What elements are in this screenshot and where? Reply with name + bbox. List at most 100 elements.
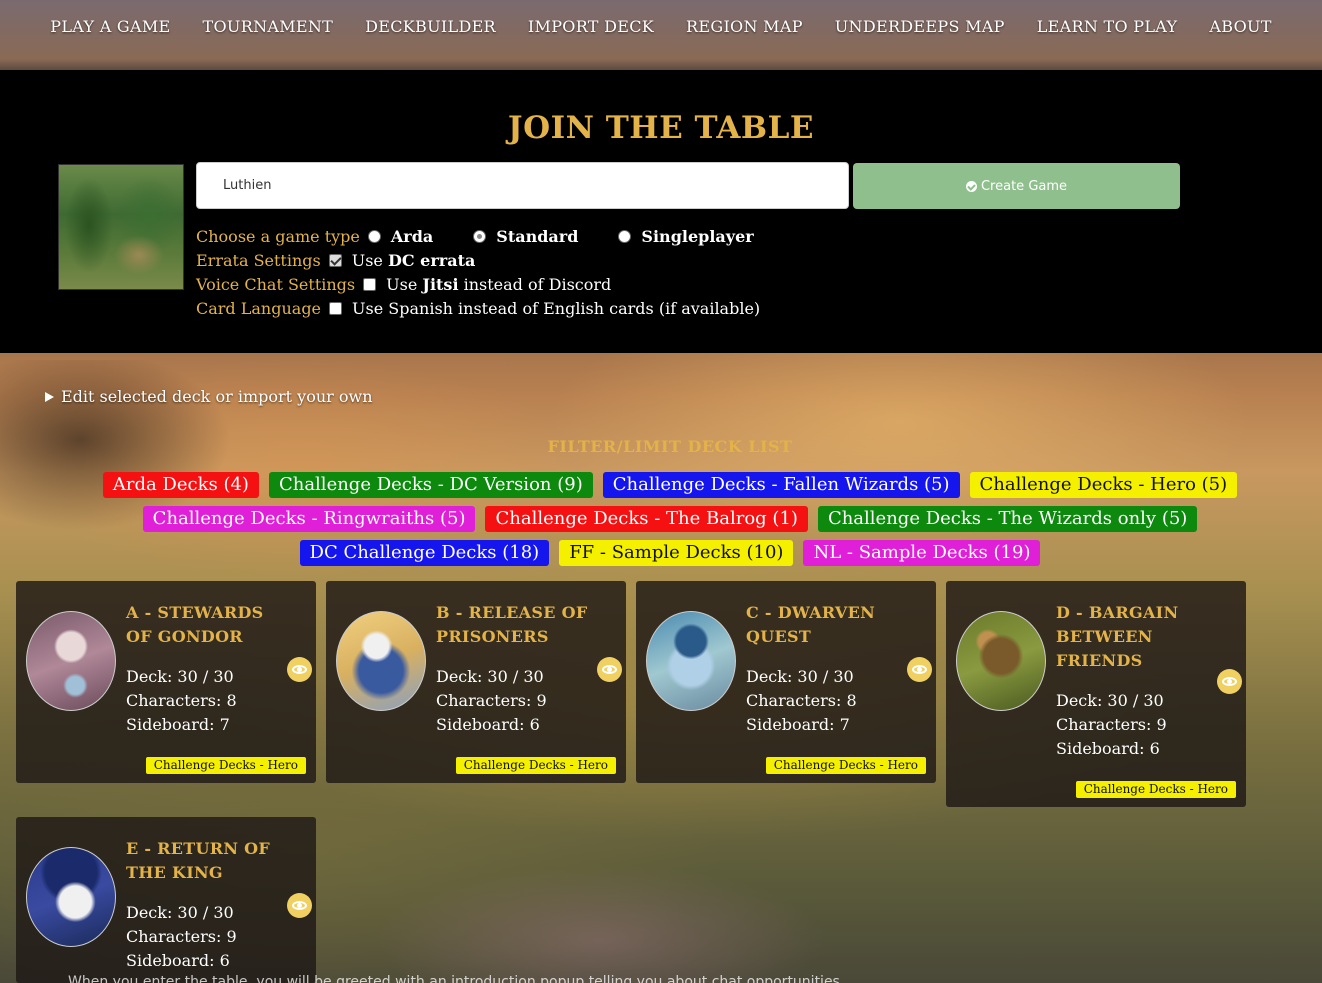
nav-about[interactable]: ABOUT [1193, 17, 1287, 36]
radio-arda[interactable] [367, 229, 381, 243]
deck-stats: Deck: 30 / 30 Characters: 8 Sideboard: 7 [126, 665, 237, 737]
errata-use-text: Use [351, 250, 383, 270]
card-language-row: Card Language Use Spanish instead of Eng… [196, 296, 896, 320]
deck-title: C - DWARVEN QUEST [746, 603, 876, 646]
deck-title: B - RELEASE OF PRISONERS [436, 603, 588, 646]
characters-count: Characters: 9 [436, 691, 547, 710]
eye-icon [1222, 677, 1237, 686]
deck-stats: Deck: 30 / 30 Characters: 9 Sideboard: 6 [126, 901, 237, 973]
filter-tag-hero[interactable]: Challenge Decks - Hero (5) [969, 472, 1238, 498]
card-language-label: Card Language [196, 298, 322, 318]
deck-stats: Deck: 30 / 30 Characters: 8 Sideboard: 7 [746, 665, 857, 737]
voice-chat-label: Voice Chat Settings [196, 274, 356, 294]
create-game-button[interactable]: Create Game [853, 163, 1180, 209]
errata-value: DC errata [388, 250, 476, 270]
errata-label: Errata Settings [196, 250, 321, 270]
view-deck-button[interactable] [1217, 669, 1242, 694]
radio-arda-label[interactable]: Arda [391, 227, 433, 246]
nav-tournament[interactable]: TOURNAMENT [187, 17, 350, 36]
player-name-input[interactable] [196, 162, 849, 209]
view-deck-button[interactable] [287, 657, 312, 682]
filter-tag-challenge-dc[interactable]: Challenge Decks - DC Version (9) [268, 472, 593, 498]
deck-category-badge: Challenge Decks - Hero [455, 757, 616, 774]
player-avatar-image[interactable] [58, 164, 184, 290]
sideboard-count: Sideboard: 6 [126, 951, 230, 970]
deck-card-c[interactable]: C - DWARVEN QUEST Deck: 30 / 30 Characte… [636, 581, 936, 783]
edit-deck-label: Edit selected deck or import your own [61, 387, 373, 406]
deck-count: Deck: 30 / 30 [126, 667, 234, 686]
voice-chat-row: Voice Chat Settings Use Jitsi instead of… [196, 272, 896, 296]
filter-tag-wizards-only[interactable]: Challenge Decks - The Wizards only (5) [817, 506, 1198, 532]
sideboard-count: Sideboard: 7 [746, 715, 850, 734]
nav-deckbuilder[interactable]: DECKBUILDER [349, 17, 512, 36]
view-deck-button[interactable] [597, 657, 622, 682]
deck-category-badge: Challenge Decks - Hero [765, 757, 926, 774]
deck-portrait [336, 611, 426, 711]
radio-standard-label[interactable]: Standard [496, 227, 578, 246]
deck-title: A - STEWARDS OF GONDOR [126, 603, 264, 646]
nav-play-a-game[interactable]: PLAY A GAME [34, 17, 186, 36]
nav-underdeeps-map[interactable]: UNDERDEEPS MAP [819, 17, 1021, 36]
join-table-panel: JOIN THE TABLE Create Game Choose a game… [0, 70, 1322, 353]
card-language-checkbox[interactable] [329, 301, 343, 315]
radio-singleplayer-label[interactable]: Singleplayer [641, 227, 753, 246]
deck-portrait [956, 611, 1046, 711]
filter-tag-dc-challenge[interactable]: DC Challenge Decks (18) [299, 540, 550, 566]
characters-count: Characters: 8 [126, 691, 237, 710]
deck-portrait [646, 611, 736, 711]
edit-deck-toggle[interactable]: Edit selected deck or import your own [45, 387, 373, 406]
create-game-label: Create Game [980, 178, 1068, 194]
errata-row: Errata Settings Use DC errata [196, 248, 896, 272]
filter-tag-list: Arda Decks (4) Challenge Decks - DC Vers… [40, 472, 1300, 566]
nav-region-map[interactable]: REGION MAP [670, 17, 819, 36]
eye-icon [602, 665, 617, 674]
join-title: JOIN THE TABLE [507, 110, 815, 146]
voice-chat-checkbox[interactable] [363, 277, 377, 291]
radio-standard[interactable] [473, 229, 487, 243]
characters-count: Characters: 9 [1056, 715, 1167, 734]
deck-category-badge: Challenge Decks - Hero [1075, 781, 1236, 798]
errata-checkbox[interactable] [328, 253, 342, 267]
deck-stats: Deck: 30 / 30 Characters: 9 Sideboard: 6 [1056, 689, 1167, 761]
deck-card-d[interactable]: D - BARGAIN BETWEEN FRIENDS Deck: 30 / 3… [946, 581, 1246, 807]
voice-value: Jitsi [422, 274, 459, 294]
game-type-label: Choose a game type [196, 226, 360, 246]
sideboard-count: Sideboard: 6 [1056, 739, 1160, 758]
view-deck-button[interactable] [907, 657, 932, 682]
filter-tag-nl-sample[interactable]: NL - Sample Decks (19) [803, 540, 1041, 566]
eye-icon [292, 665, 307, 674]
deck-title: D - BARGAIN BETWEEN FRIENDS [1056, 603, 1179, 670]
deck-stats: Deck: 30 / 30 Characters: 9 Sideboard: 6 [436, 665, 547, 737]
sideboard-count: Sideboard: 6 [436, 715, 540, 734]
check-circle-icon [965, 180, 977, 192]
deck-category-badge: Challenge Decks - Hero [145, 757, 306, 774]
deck-title: E - RETURN OF THE KING [126, 839, 271, 882]
filter-tag-ff-sample[interactable]: FF - Sample Decks (10) [559, 540, 794, 566]
deck-count: Deck: 30 / 30 [436, 667, 544, 686]
deck-count: Deck: 30 / 30 [126, 903, 234, 922]
deck-portrait [26, 611, 116, 711]
deck-card-a[interactable]: A - STEWARDS OF GONDOR Deck: 30 / 30 Cha… [16, 581, 316, 783]
deck-card-e[interactable]: E - RETURN OF THE KING Deck: 30 / 30 Cha… [16, 817, 316, 983]
voice-rest-text: instead of Discord [463, 274, 612, 294]
characters-count: Characters: 8 [746, 691, 857, 710]
filter-tag-ringwraiths[interactable]: Challenge Decks - Ringwraiths (5) [142, 506, 476, 532]
top-navigation: PLAY A GAME TOURNAMENT DECKBUILDER IMPOR… [0, 0, 1322, 70]
disclosure-triangle-icon [45, 391, 54, 402]
eye-icon [292, 901, 307, 910]
background-hill [300, 820, 900, 983]
filter-tag-arda[interactable]: Arda Decks (4) [102, 472, 259, 498]
filter-title: FILTER/LIMIT DECK LIST [547, 437, 793, 456]
deck-card-b[interactable]: B - RELEASE OF PRISONERS Deck: 30 / 30 C… [326, 581, 626, 783]
nav-learn-to-play[interactable]: LEARN TO PLAY [1021, 17, 1194, 36]
voice-use-text: Use [386, 274, 418, 294]
deck-portrait [26, 847, 116, 947]
game-options: Choose a game type Arda Standard Singlep… [196, 224, 896, 320]
filter-tag-fallen-wizards[interactable]: Challenge Decks - Fallen Wizards (5) [602, 472, 960, 498]
filter-tag-balrog[interactable]: Challenge Decks - The Balrog (1) [485, 506, 808, 532]
view-deck-button[interactable] [287, 893, 312, 918]
eye-icon [912, 665, 927, 674]
nav-import-deck[interactable]: IMPORT DECK [512, 17, 670, 36]
sideboard-count: Sideboard: 7 [126, 715, 230, 734]
radio-singleplayer[interactable] [618, 229, 632, 243]
